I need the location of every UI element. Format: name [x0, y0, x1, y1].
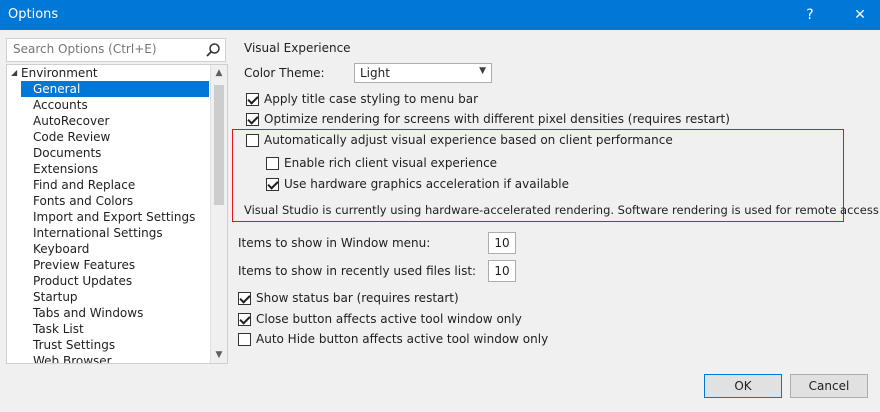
- help-button[interactable]: ?: [796, 3, 824, 27]
- tree-node-item[interactable]: Keyboard: [21, 241, 89, 257]
- tree-node-item[interactable]: Startup: [21, 289, 78, 305]
- auto-hide-checkbox[interactable]: [238, 333, 251, 346]
- title-bar: Options ? ✕: [0, 0, 880, 30]
- close-button[interactable]: ✕: [846, 3, 874, 27]
- title-case-checkbox[interactable]: [246, 93, 259, 106]
- tree-node-item[interactable]: Documents: [21, 145, 101, 161]
- recent-files-input[interactable]: 10: [488, 260, 516, 282]
- tree-node-item[interactable]: Task List: [21, 321, 84, 337]
- status-bar-checkbox[interactable]: [238, 292, 251, 305]
- tree-scrollbar[interactable]: ▲ ▼: [210, 65, 227, 363]
- rendering-status-text: Visual Studio is currently using hardwar…: [244, 203, 880, 217]
- section-title: Visual Experience: [244, 41, 351, 55]
- ok-button[interactable]: OK: [704, 374, 782, 398]
- pixel-density-label: Optimize rendering for screens with diff…: [264, 112, 730, 126]
- settings-panel: Visual Experience Color Theme: Light ▼ A…: [232, 38, 880, 368]
- tree-node-item[interactable]: General: [21, 81, 209, 97]
- title-case-label: Apply title case styling to menu bar: [264, 92, 478, 106]
- auto-hide-label: Auto Hide button affects active tool win…: [256, 332, 549, 346]
- color-theme-value: Light: [360, 66, 390, 80]
- auto-adjust-checkbox[interactable]: [246, 134, 259, 147]
- close-button-checkbox[interactable]: [238, 313, 251, 326]
- collapse-arrow-icon[interactable]: ◢: [11, 65, 19, 81]
- tree-node-item[interactable]: Web Browser: [21, 353, 112, 363]
- window-title: Options: [8, 7, 59, 22]
- tree-node-item[interactable]: Preview Features: [21, 257, 135, 273]
- rich-client-checkbox[interactable]: [266, 157, 279, 170]
- search-input[interactable]: [7, 39, 203, 59]
- window-menu-input[interactable]: 10: [488, 232, 516, 254]
- tree-node-item[interactable]: Product Updates: [21, 273, 132, 289]
- color-theme-select[interactable]: Light ▼: [354, 63, 492, 83]
- auto-adjust-label: Automatically adjust visual experience b…: [264, 133, 673, 147]
- pixel-density-checkbox[interactable]: [246, 113, 259, 126]
- window-menu-label: Items to show in Window menu:: [238, 236, 431, 250]
- status-bar-label: Show status bar (requires restart): [256, 291, 459, 305]
- tree-node-item[interactable]: Find and Replace: [21, 177, 135, 193]
- color-theme-label: Color Theme:: [244, 66, 325, 80]
- close-button-label: Close button affects active tool window …: [256, 312, 522, 326]
- options-tree: ◢ Environment General Accounts AutoRecover…: [6, 64, 228, 364]
- tree-node-item[interactable]: Accounts: [21, 97, 88, 113]
- scroll-up-icon[interactable]: ▲: [211, 65, 227, 81]
- tree-node-item[interactable]: Extensions: [21, 161, 98, 177]
- cancel-button[interactable]: Cancel: [790, 374, 868, 398]
- rich-client-label: Enable rich client visual experience: [284, 156, 498, 170]
- scroll-down-icon[interactable]: ▼: [211, 347, 227, 363]
- scrollbar-thumb[interactable]: [214, 85, 224, 205]
- tree-node-environment[interactable]: Environment: [21, 65, 98, 81]
- chevron-down-icon: ▼: [479, 66, 486, 76]
- hw-accel-label: Use hardware graphics acceleration if av…: [284, 177, 569, 191]
- tree-node-item[interactable]: Trust Settings: [21, 337, 115, 353]
- tree-node-item[interactable]: Code Review: [21, 129, 110, 145]
- options-nav-panel: ◢ Environment GeneralAccountsAutoRecover…: [6, 38, 228, 364]
- tree-node-item[interactable]: International Settings: [21, 225, 163, 241]
- search-box: [6, 38, 226, 62]
- tree-node-item[interactable]: Fonts and Colors: [21, 193, 133, 209]
- tree-node-item[interactable]: Tabs and Windows: [21, 305, 143, 321]
- hw-accel-checkbox[interactable]: [266, 178, 279, 191]
- tree-node-item[interactable]: AutoRecover: [21, 113, 109, 129]
- search-icon[interactable]: [205, 42, 221, 58]
- tree-node-item[interactable]: Import and Export Settings: [21, 209, 195, 225]
- recent-files-label: Items to show in recently used files lis…: [238, 264, 477, 278]
